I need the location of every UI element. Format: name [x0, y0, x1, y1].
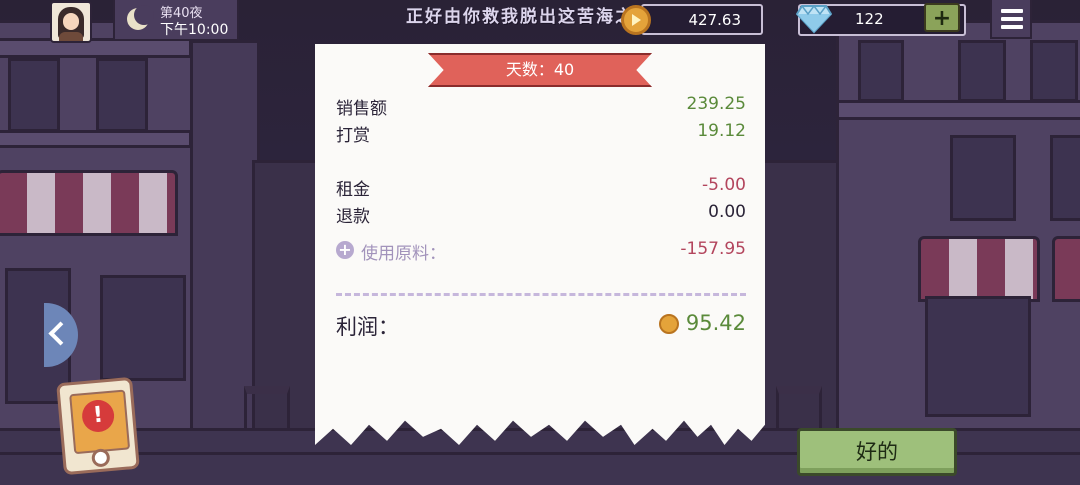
- clock-time: 下午10:00: [160, 22, 229, 38]
- sales-value: 239.25: [686, 94, 746, 114]
- night-time-panel: 第40夜 下午10:00: [113, 0, 239, 41]
- exclamation-icon: !: [80, 398, 116, 434]
- left-shop-window: [100, 275, 186, 381]
- menu-icon: [1001, 25, 1023, 29]
- tips-value: 19.12: [697, 121, 746, 141]
- receipt-divider: [336, 293, 746, 296]
- gem-balance: 122: [855, 10, 884, 28]
- rent-label: 租金: [336, 180, 370, 200]
- refund-row: 退款 0.00: [336, 202, 746, 227]
- left-awning: [0, 170, 178, 236]
- menu-icon: [1001, 17, 1023, 21]
- profit-value: 95.42: [685, 311, 746, 335]
- profit-label: 利润：: [336, 315, 399, 339]
- tips-row: 打赏 19.12: [336, 121, 746, 146]
- avatar-face: [63, 13, 79, 30]
- left-window: [96, 58, 148, 132]
- rent-row: 租金 -5.00: [336, 175, 746, 200]
- left-building-back: [190, 40, 260, 436]
- scrolling-lyrics-text: 正好由你救我脱出这苦海之花: [406, 7, 653, 27]
- coin-icon: [659, 314, 679, 334]
- right-shop-window: [925, 296, 1031, 417]
- sales-label: 销售额: [336, 99, 387, 119]
- tips-label: 打赏: [336, 126, 370, 146]
- notification-card-face: !: [69, 389, 131, 455]
- right-window: [858, 40, 904, 102]
- left-ledge: [0, 130, 192, 148]
- left-window: [8, 58, 60, 132]
- right-awning: [1052, 236, 1080, 302]
- refund-label: 退款: [336, 207, 370, 227]
- diamond-icon: [796, 4, 832, 34]
- day-label: 天数：40: [505, 60, 575, 79]
- right-window: [958, 40, 1006, 102]
- ingredients-value: -157.95: [680, 239, 746, 259]
- player-avatar[interactable]: [50, 1, 92, 43]
- circle-icon: [91, 448, 111, 468]
- right-ledge: [836, 100, 1080, 120]
- ingredients-row[interactable]: + 使用原料： -157.95: [336, 239, 746, 264]
- ingredients-label: 使用原料：: [361, 244, 446, 264]
- right-window: [1030, 40, 1078, 102]
- notification-card-button[interactable]: !: [56, 376, 140, 476]
- sales-row: 销售额 239.25: [336, 94, 746, 119]
- expand-plus-icon[interactable]: +: [336, 241, 354, 259]
- menu-button[interactable]: [990, 0, 1032, 39]
- menu-icon: [1001, 9, 1023, 13]
- coin-balance: 427.63: [688, 11, 742, 29]
- coin-icon: [621, 5, 651, 35]
- right-window: [950, 135, 1016, 221]
- right-window: [1050, 135, 1080, 221]
- moon-icon: [127, 5, 154, 30]
- left-ledge: [0, 38, 192, 58]
- right-awning: [918, 236, 1040, 302]
- avatar-body: [59, 32, 83, 41]
- day-ribbon: 天数：40: [428, 53, 652, 87]
- coin-balance-panel: 427.63: [641, 4, 763, 35]
- rent-value: -5.00: [702, 175, 746, 195]
- refund-value: 0.00: [708, 202, 746, 222]
- ok-button[interactable]: 好的: [797, 428, 957, 476]
- buy-gems-button[interactable]: +: [924, 3, 960, 32]
